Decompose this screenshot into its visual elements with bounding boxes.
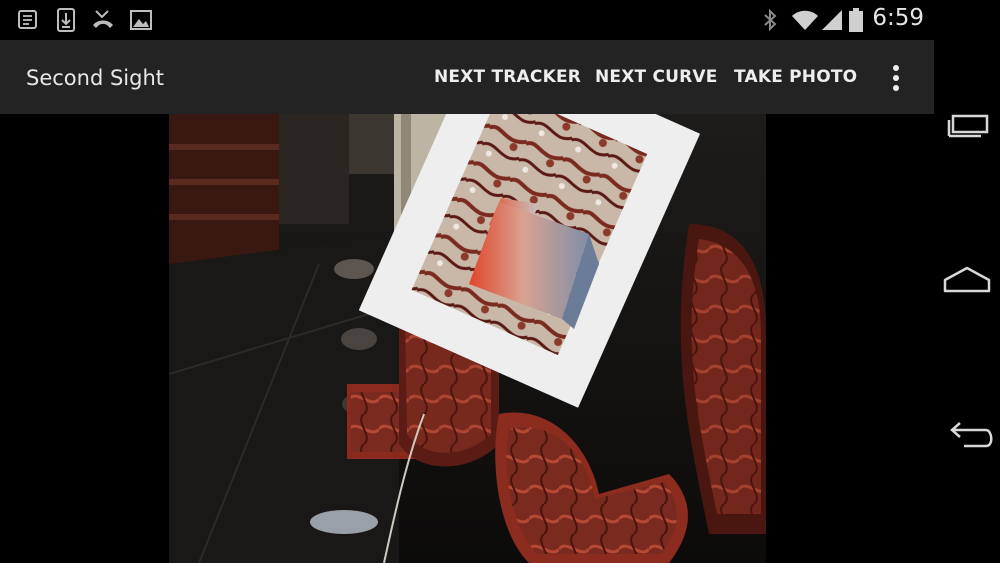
status-clock: 6:59	[872, 5, 924, 31]
image-icon	[130, 10, 152, 30]
navigation-bar	[934, 40, 1000, 563]
next-curve-button[interactable]: NEXT CURVE	[595, 67, 718, 87]
download-icon	[57, 8, 75, 32]
app-title: Second Sight	[26, 66, 164, 90]
camera-scene	[169, 114, 766, 563]
android-screen: 6:59 Second Sight NEXT TRACKER NEXT CURV…	[0, 0, 1000, 563]
recent-apps-icon[interactable]	[940, 98, 994, 152]
missed-call-icon	[93, 10, 113, 28]
battery-icon	[849, 8, 863, 32]
notes-icon	[18, 10, 37, 29]
camera-preview[interactable]	[169, 114, 766, 563]
signal-icon	[822, 10, 842, 30]
back-icon[interactable]	[940, 408, 994, 462]
take-photo-button[interactable]: TAKE PHOTO	[734, 67, 857, 87]
wifi-icon	[792, 10, 818, 30]
status-bar: 6:59	[0, 0, 1000, 40]
home-icon[interactable]	[940, 253, 994, 307]
action-bar: Second Sight NEXT TRACKER NEXT CURVE TAK…	[0, 40, 934, 114]
next-tracker-button[interactable]: NEXT TRACKER	[434, 67, 581, 87]
bluetooth-icon	[764, 8, 777, 32]
more-vertical-icon[interactable]	[884, 64, 908, 92]
